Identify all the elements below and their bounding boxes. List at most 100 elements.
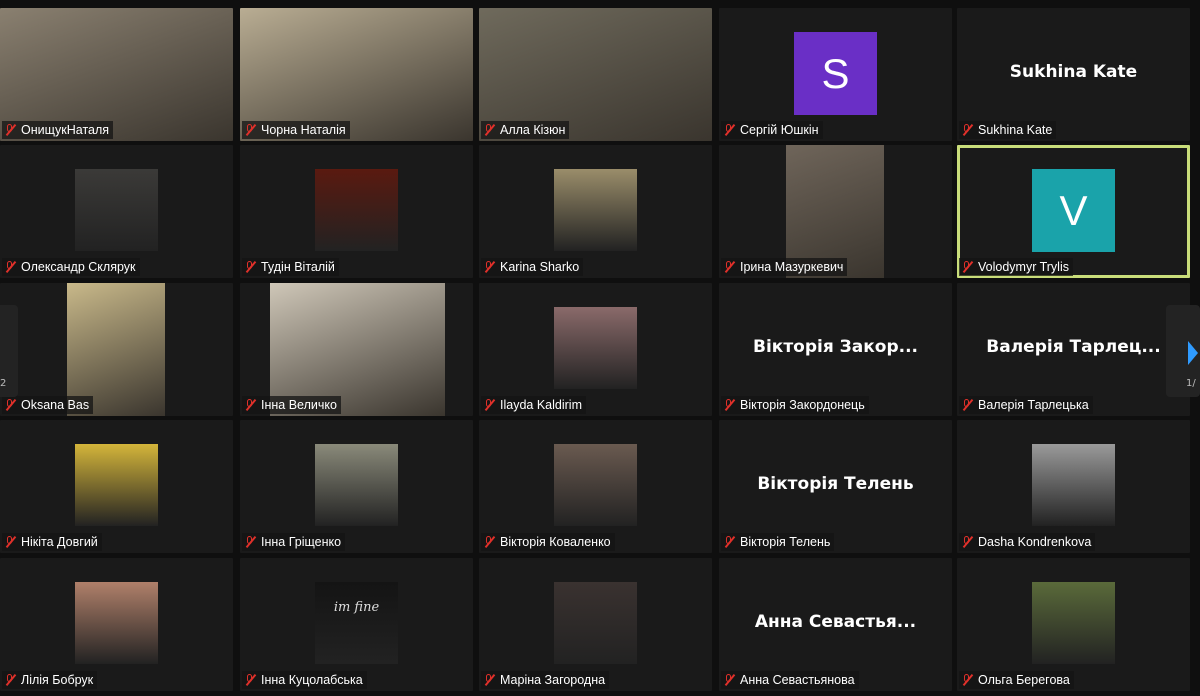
mic-muted-icon — [4, 260, 16, 274]
participant-tile[interactable]: Sukhina Kate Sukhina Kate — [957, 8, 1190, 141]
participant-photo — [75, 444, 158, 526]
participant-tile[interactable]: Анна Севастья... Анна Севастьянова — [719, 558, 952, 691]
participant-name-label: Вікторія Телень — [721, 533, 835, 551]
participant-tile[interactable]: V Volodymyr Trylis — [957, 145, 1190, 278]
participant-display-name: Анна Севастья... — [754, 612, 917, 632]
prev-page-button[interactable]: 2 — [0, 305, 18, 397]
participant-name: Вікторія Коваленко — [500, 535, 611, 549]
participant-name: Інна Гріщенко — [261, 535, 342, 549]
participant-tile[interactable]: Лілія Бобрук — [0, 558, 233, 691]
participant-photo — [75, 169, 158, 251]
participant-name-label: Маріна Загородна — [481, 671, 610, 689]
participant-tile[interactable]: Вікторія Коваленко — [479, 420, 712, 553]
participant-tile[interactable]: Олександр Склярук — [0, 145, 233, 278]
participant-name: Dasha Kondrenkova — [978, 535, 1092, 549]
participant-tile[interactable]: Алла Кізюн — [479, 8, 712, 141]
participant-name-label: Karina Sharko — [481, 258, 584, 276]
mic-muted-icon — [483, 123, 495, 137]
participant-name: Інна Куцолабська — [261, 673, 363, 687]
participant-name-label: Dasha Kondrenkova — [959, 533, 1096, 551]
mic-muted-icon — [961, 535, 973, 549]
participant-name: Алла Кізюн — [500, 123, 566, 137]
participant-tile[interactable]: Тудін Віталій — [240, 145, 473, 278]
participant-name: Лілія Бобрук — [21, 673, 94, 687]
participant-tile[interactable]: Ірина Мазуркевич — [719, 145, 952, 278]
participant-name-label: Ірина Мазуркевич — [721, 258, 848, 276]
participant-name-label: Вікторія Коваленко — [481, 533, 615, 551]
participant-name: Вікторія Телень — [740, 535, 831, 549]
participant-name-label: Вікторія Закордонець — [721, 396, 869, 414]
participant-tile[interactable]: Нікіта Довгий — [0, 420, 233, 553]
participant-name-label: Валерія Тарлецька — [959, 396, 1093, 414]
participant-name-label: Oksana Bas — [2, 396, 94, 414]
participant-tile[interactable]: ОнищукНаталя — [0, 8, 233, 141]
participant-display-name: Sukhina Kate — [1009, 62, 1138, 82]
participant-name: Volodymyr Trylis — [978, 260, 1069, 274]
participant-name-label: Олександр Склярук — [2, 258, 140, 276]
participant-name: Ольга Берегова — [978, 673, 1070, 687]
next-page-button[interactable]: 1/ — [1166, 305, 1200, 397]
page-indicator: 1/ — [1186, 378, 1196, 389]
participant-name: Інна Величко — [261, 398, 337, 412]
mic-muted-icon — [961, 123, 973, 137]
mic-muted-icon — [723, 123, 735, 137]
participant-tile[interactable]: Інна Величко — [240, 283, 473, 416]
mic-muted-icon — [4, 398, 16, 412]
participant-name: Ilayda Kaldirim — [500, 398, 582, 412]
participant-tile[interactable]: Вікторія Закор... Вікторія Закордонець — [719, 283, 952, 416]
participant-name-label: Інна Величко — [242, 396, 341, 414]
participant-photo — [315, 444, 398, 526]
participant-name: Тудін Віталій — [261, 260, 335, 274]
mic-muted-icon — [244, 673, 256, 687]
photo-caption: im fine — [333, 600, 380, 615]
participant-tile[interactable]: Ольга Берегова — [957, 558, 1190, 691]
participant-tile[interactable]: Ilayda Kaldirim — [479, 283, 712, 416]
participant-name-label: Нікіта Довгий — [2, 533, 102, 551]
participant-tile[interactable]: Маріна Загородна — [479, 558, 712, 691]
participant-tile[interactable]: Oksana Bas — [0, 283, 233, 416]
mic-muted-icon — [723, 260, 735, 274]
participant-name-label: Ilayda Kaldirim — [481, 396, 586, 414]
participant-name: Oksana Bas — [21, 398, 90, 412]
participant-photo: im fine — [315, 582, 398, 664]
participant-name-label: Алла Кізюн — [481, 121, 570, 139]
participant-photo — [1032, 582, 1115, 664]
mic-muted-icon — [244, 398, 256, 412]
prev-page-number: 2 — [0, 378, 7, 389]
participant-photo — [554, 582, 637, 664]
participant-name: Валерія Тарлецька — [978, 398, 1089, 412]
participant-name: Чорна Наталія — [261, 123, 346, 137]
participant-name: Анна Севастьянова — [740, 673, 855, 687]
participant-name-label: Чорна Наталія — [242, 121, 350, 139]
mic-muted-icon — [4, 535, 16, 549]
participant-name-label: Сергій Юшкін — [721, 121, 823, 139]
participant-tile[interactable]: Чорна Наталія — [240, 8, 473, 141]
participant-name-label: Тудін Віталій — [242, 258, 339, 276]
participant-grid: ОнищукНаталя Чорна Наталія Алла Кізюн S Серг… — [0, 8, 1200, 696]
participant-name-label: Volodymyr Trylis — [959, 258, 1073, 276]
participant-name-label: Ольга Берегова — [959, 671, 1074, 689]
mic-muted-icon — [4, 123, 16, 137]
mic-muted-icon — [961, 260, 973, 274]
participant-name: Вікторія Закордонець — [740, 398, 865, 412]
participant-tile[interactable]: S Сергій Юшкін — [719, 8, 952, 141]
mic-muted-icon — [723, 535, 735, 549]
participant-tile[interactable]: Валерія Тарлец... Валерія Тарлецька — [957, 283, 1190, 416]
participant-name-label: Інна Гріщенко — [242, 533, 346, 551]
participant-tile[interactable]: Вікторія Телень Вікторія Телень — [719, 420, 952, 553]
participant-display-name: Вікторія Телень — [757, 474, 914, 494]
mic-muted-icon — [244, 123, 256, 137]
participant-tile[interactable]: Dasha Kondrenkova — [957, 420, 1190, 553]
mic-muted-icon — [483, 260, 495, 274]
participant-tile[interactable]: Інна Гріщенко — [240, 420, 473, 553]
participant-name: Нікіта Довгий — [21, 535, 98, 549]
participant-tile[interactable]: im fine Інна Куцолабська — [240, 558, 473, 691]
participant-photo — [554, 444, 637, 526]
participant-display-name: Вікторія Закор... — [753, 337, 918, 357]
participant-avatar: V — [1032, 169, 1115, 252]
participant-name: Сергій Юшкін — [740, 123, 819, 137]
participant-name-label: ОнищукНаталя — [2, 121, 114, 139]
participant-display-name: Валерія Тарлец... — [986, 337, 1161, 357]
participant-name-label: Лілія Бобрук — [2, 671, 98, 689]
participant-tile[interactable]: Karina Sharko — [479, 145, 712, 278]
